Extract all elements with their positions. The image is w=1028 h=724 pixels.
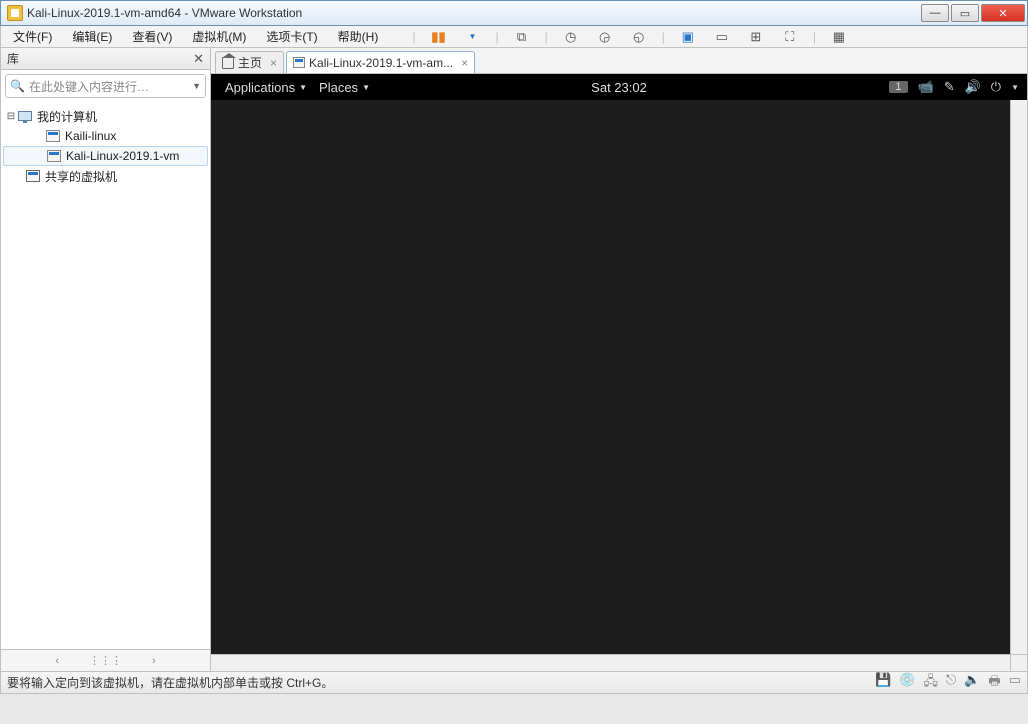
library-panel: 库 ✕ 🔍 在此处键入内容进行… ▼ ⊟ 我的计算机 Kaili-linux K… — [1, 48, 211, 671]
vm-icon — [46, 130, 60, 142]
window-maximize-button[interactable]: ▭ — [951, 4, 979, 22]
status-net-icon[interactable]: 🖧 — [923, 672, 938, 694]
tree-root-my-computer[interactable]: ⊟ 我的计算机 — [1, 106, 210, 126]
search-dropdown-icon[interactable]: ▼ — [192, 81, 201, 91]
toolbar-screens-icon[interactable]: ⧉ — [511, 26, 533, 48]
menu-view[interactable]: 查看(V) — [128, 26, 176, 47]
window-title: Kali-Linux-2019.1-vm-amd64 - VMware Work… — [27, 6, 302, 20]
status-bar: 要将输入定向到该虚拟机，请在虚拟机内部单击或按 Ctrl+G。 💾 💿 🖧 ⎋ … — [0, 672, 1028, 694]
toolbar-library-icon[interactable]: ▦ — [828, 26, 850, 48]
toolbar-snapshot-icon[interactable]: ◷ — [560, 26, 582, 48]
lib-nav-next-icon[interactable]: › — [152, 655, 156, 667]
gnome-top-bar: Applications ▼ Places ▼ Sat 23:02 1 📹 ✎ … — [211, 74, 1027, 100]
search-icon: 🔍 — [10, 79, 25, 93]
window-close-button[interactable]: ✕ — [981, 4, 1025, 22]
menu-bar: 文件(F) 编辑(E) 查看(V) 虚拟机(M) 选项卡(T) 帮助(H) | … — [0, 26, 1028, 48]
volume-icon[interactable]: 🔊 — [965, 79, 981, 95]
window-titlebar: Kali-Linux-2019.1-vm-amd64 - VMware Work… — [0, 0, 1028, 26]
tree-expand-icon[interactable]: ⊟ — [5, 111, 17, 122]
status-display-icon[interactable]: ▭ — [1009, 672, 1021, 694]
tab-close-icon[interactable]: × — [270, 56, 277, 70]
gnome-workspace-indicator[interactable]: 1 — [889, 81, 907, 93]
gnome-applications-menu[interactable]: Applications ▼ — [219, 80, 313, 95]
vm-tabstrip: 主页 × Kali-Linux-2019.1-vm-am... × — [211, 48, 1027, 74]
menu-vm[interactable]: 虚拟机(M) — [188, 26, 250, 47]
library-tree: ⊟ 我的计算机 Kaili-linux Kali-Linux-2019.1-vm… — [1, 102, 210, 649]
power-icon[interactable]: ⏻ — [991, 79, 1001, 95]
menu-file[interactable]: 文件(F) — [9, 26, 56, 47]
status-printer-icon[interactable]: 🖶 — [988, 672, 1000, 694]
tree-item-label: Kaili-linux — [65, 129, 116, 143]
toolbar-manage-icon[interactable]: ◵ — [628, 26, 650, 48]
status-text: 要将输入定向到该虚拟机，请在虚拟机内部单击或按 Ctrl+G。 — [7, 674, 333, 691]
gnome-applications-label: Applications — [225, 80, 295, 95]
lib-nav-prev-icon[interactable]: ‹ — [55, 655, 59, 667]
vmware-app-icon — [7, 5, 23, 21]
gnome-clock[interactable]: Sat 23:02 — [591, 80, 647, 95]
gnome-places-menu[interactable]: Places ▼ — [313, 80, 376, 95]
toolbar-revert-icon[interactable]: ◶ — [594, 26, 616, 48]
tree-item-kaili-linux[interactable]: Kaili-linux — [1, 126, 210, 146]
status-usb-icon[interactable]: ⎋ — [946, 672, 956, 694]
vm-scrollbar-horizontal[interactable] — [211, 654, 1010, 671]
computer-icon — [18, 111, 32, 121]
settings-icon[interactable]: ✎ — [944, 79, 955, 95]
chevron-down-icon: ▼ — [362, 83, 370, 92]
home-icon — [222, 57, 234, 69]
vm-scrollbar-corner — [1010, 654, 1027, 671]
tab-kali-vm[interactable]: Kali-Linux-2019.1-vm-am... × — [286, 51, 475, 73]
status-cd-icon[interactable]: 💿 — [899, 672, 915, 694]
gnome-places-label: Places — [319, 80, 358, 95]
vm-area: 主页 × Kali-Linux-2019.1-vm-am... × Applic… — [211, 48, 1027, 671]
status-disk-icon[interactable]: 💾 — [875, 672, 891, 694]
library-bottom-bar: ‹ ⋮⋮⋮ › — [1, 649, 210, 671]
menu-help[interactable]: 帮助(H) — [334, 26, 383, 47]
tab-home-label: 主页 — [238, 54, 262, 71]
toolbar-unity-icon[interactable]: ▭ — [711, 26, 733, 48]
toolbar-stretch-icon[interactable]: ⛶ — [779, 26, 801, 48]
status-sound-icon[interactable]: 🔈 — [964, 672, 980, 694]
tree-root-label: 我的计算机 — [37, 108, 97, 125]
tree-item-kali-2019[interactable]: Kali-Linux-2019.1-vm — [3, 146, 208, 166]
vm-screen[interactable]: Applications ▼ Places ▼ Sat 23:02 1 📹 ✎ … — [211, 74, 1027, 100]
search-placeholder: 在此处键入内容进行… — [29, 78, 192, 95]
toolbar-dropdown-icon[interactable]: ▼ — [461, 26, 483, 48]
chevron-down-icon: ▼ — [299, 83, 307, 92]
tree-shared-vms[interactable]: 共享的虚拟机 — [1, 166, 210, 186]
tree-shared-label: 共享的虚拟机 — [45, 168, 117, 185]
shared-icon — [26, 170, 40, 182]
menu-tabs[interactable]: 选项卡(T) — [262, 26, 321, 47]
toolbar-console-icon[interactable]: ⊞ — [745, 26, 767, 48]
library-close-icon[interactable]: ✕ — [193, 51, 204, 67]
vm-scrollbar-vertical[interactable] — [1010, 100, 1027, 654]
library-search-input[interactable]: 🔍 在此处键入内容进行… ▼ — [5, 74, 206, 98]
tab-close-icon[interactable]: × — [461, 56, 468, 70]
vm-icon — [293, 57, 305, 68]
tab-vm-label: Kali-Linux-2019.1-vm-am... — [309, 56, 453, 70]
vm-icon — [47, 150, 61, 162]
tree-item-label: Kali-Linux-2019.1-vm — [66, 149, 179, 163]
library-title: 库 — [7, 50, 19, 67]
library-header: 库 ✕ — [1, 48, 210, 70]
toolbar-pause-icon[interactable]: ▮▮ — [427, 26, 449, 48]
tab-home[interactable]: 主页 × — [215, 51, 284, 73]
camera-icon[interactable]: 📹 — [918, 79, 934, 95]
window-minimize-button[interactable]: — — [921, 4, 949, 22]
lib-nav-grip-icon[interactable]: ⋮⋮⋮ — [89, 654, 122, 667]
chevron-down-icon[interactable]: ▼ — [1011, 83, 1019, 92]
toolbar-fullscreen-icon[interactable]: ▣ — [677, 26, 699, 48]
menu-edit[interactable]: 编辑(E) — [68, 26, 116, 47]
